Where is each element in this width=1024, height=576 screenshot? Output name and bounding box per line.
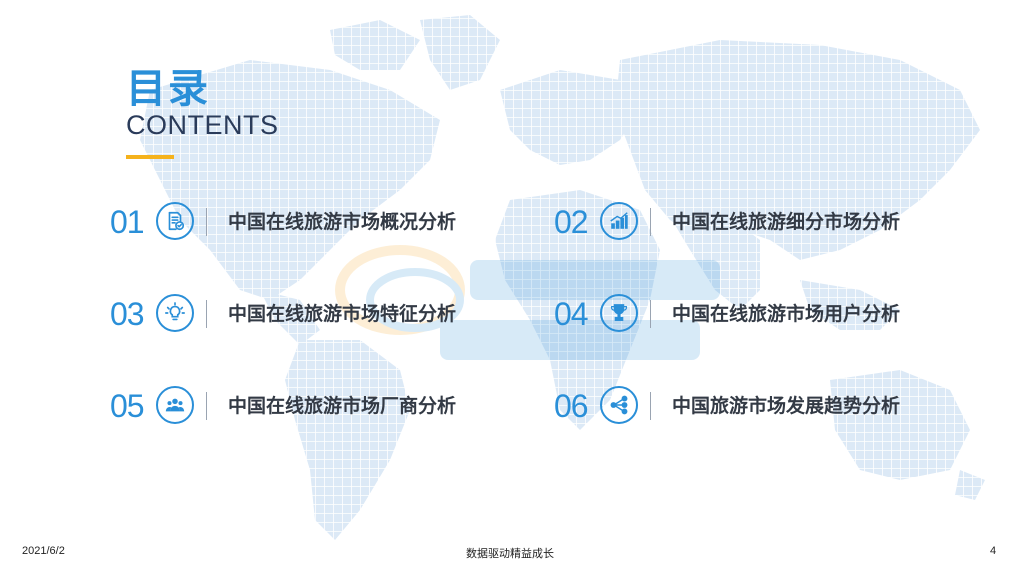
contents-item-06[interactable]: 06 中国旅游市场发展趋势分析 <box>554 384 974 428</box>
item-label: 中国在线旅游市场特征分析 <box>228 303 457 325</box>
item-label: 中国在线旅游市场用户分析 <box>672 303 901 325</box>
item-divider <box>206 208 207 236</box>
contents-item-05[interactable]: 05 中国在线旅游市场厂商分析 <box>110 384 530 428</box>
page-title: 目录 <box>126 66 210 112</box>
item-label: 中国在线旅游市场概况分析 <box>228 211 457 233</box>
item-number: 04 <box>554 296 589 332</box>
item-number: 03 <box>110 296 145 332</box>
item-number: 02 <box>554 204 589 240</box>
item-divider <box>650 208 651 236</box>
user-group-icon <box>156 386 194 424</box>
page-subtitle: CONTENTS <box>126 110 279 140</box>
slide: 目录 CONTENTS 01 中国在线旅游市场概况分析 02 中国在线旅游细分市… <box>0 0 1024 576</box>
contents-item-01[interactable]: 01 中国在线旅游市场概况分析 <box>110 200 530 244</box>
title-underline <box>126 155 174 159</box>
item-divider <box>650 392 651 420</box>
trophy-icon <box>600 294 638 332</box>
item-divider <box>206 300 207 328</box>
item-number: 01 <box>110 204 145 240</box>
lightbulb-icon <box>156 294 194 332</box>
item-label: 中国旅游市场发展趋势分析 <box>672 395 901 417</box>
page-number: 4 <box>990 545 997 557</box>
item-divider <box>650 300 651 328</box>
contents-item-04[interactable]: 04 中国在线旅游市场用户分析 <box>554 292 974 336</box>
bar-chart-icon <box>600 202 638 240</box>
contents-item-02[interactable]: 02 中国在线旅游细分市场分析 <box>554 200 974 244</box>
footer-slogan: 数据驱动精益成长 <box>466 547 554 560</box>
document-check-icon <box>156 202 194 240</box>
item-number: 06 <box>554 388 589 424</box>
item-number: 05 <box>110 388 145 424</box>
share-network-icon <box>600 386 638 424</box>
footer-date: 2021/6/2 <box>22 545 65 557</box>
item-divider <box>206 392 207 420</box>
contents-item-03[interactable]: 03 中国在线旅游市场特征分析 <box>110 292 530 336</box>
item-label: 中国在线旅游细分市场分析 <box>672 211 901 233</box>
item-label: 中国在线旅游市场厂商分析 <box>228 395 457 417</box>
